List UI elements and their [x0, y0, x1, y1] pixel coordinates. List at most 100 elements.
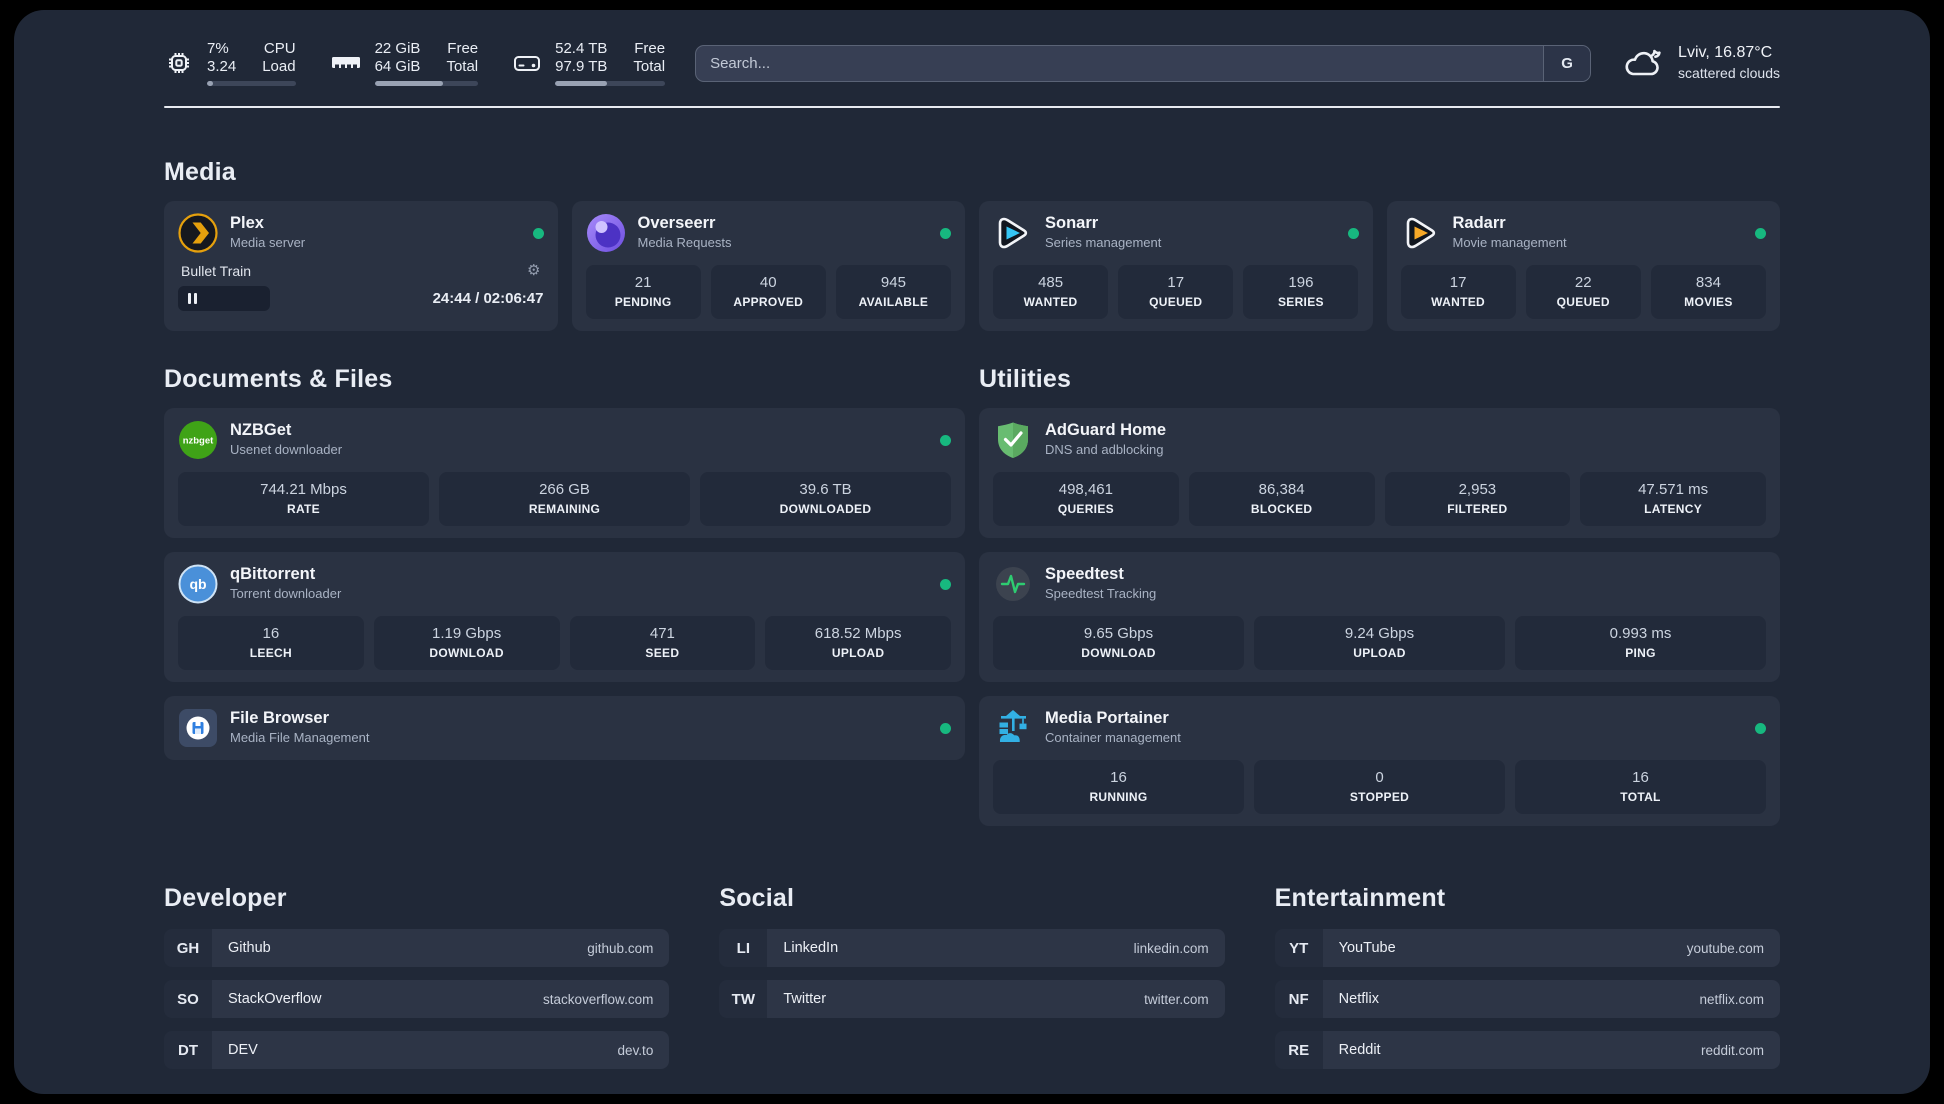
app-desc: Media File Management: [230, 730, 370, 745]
app-card-radarr[interactable]: Radarr Movie management 17 WANTED 22 QUE…: [1386, 201, 1780, 331]
stat-box: 0 STOPPED: [1254, 760, 1505, 814]
ram-stat-widget: 22 GiB 64 GiB Free Total: [330, 40, 479, 86]
bookmark-abbr: DT: [164, 1031, 212, 1069]
app-card-filebrowser[interactable]: File Browser Media File Management: [164, 696, 965, 760]
app-desc: DNS and adblocking: [1045, 442, 1164, 457]
search-engine-button[interactable]: G: [1543, 45, 1591, 81]
bookmark-abbr: RE: [1274, 1031, 1323, 1069]
disk-stat-widget: 52.4 TB 97.9 TB Free Total: [512, 40, 666, 86]
bookmark-linkedin[interactable]: LI LinkedIn linkedin.com: [719, 929, 1225, 967]
speedtest-icon: [993, 564, 1033, 604]
status-online-dot: [940, 227, 951, 239]
filebrowser-icon: [178, 708, 218, 748]
disk-total-value: 97.9 TB: [555, 58, 608, 75]
bookmark-twitter[interactable]: TW Twitter twitter.com: [719, 980, 1225, 1018]
stat-label: PENDING: [614, 295, 672, 309]
stat-box: 86,384 BLOCKED: [1188, 472, 1375, 526]
cpu-progress-fill: [207, 81, 214, 86]
stat-box: 21 PENDING: [585, 265, 701, 319]
stat-value: 21: [634, 274, 652, 291]
dashboard-panel: 7% 3.24 CPU Load 22 GiB 64 GiB Free Tota…: [14, 10, 1930, 1094]
cpu-usage-value: 7%: [207, 40, 229, 57]
stat-box: 17 QUEUED: [1118, 265, 1234, 319]
stat-box: 9.65 Gbps DOWNLOAD: [993, 616, 1244, 670]
player-settings-icon[interactable]: ⚙: [527, 263, 540, 278]
status-online-dot: [1755, 227, 1766, 239]
app-card-plex[interactable]: Plex Media server Bullet Train ⚙ 24:44 /…: [164, 201, 558, 331]
bookmark-youtube[interactable]: YT YouTube youtube.com: [1274, 929, 1780, 967]
app-card-sonarr[interactable]: Sonarr Series management 485 WANTED 17 Q…: [979, 201, 1373, 331]
stat-value: 744.21 Mbps: [260, 481, 347, 498]
stat-label: LATENCY: [1644, 502, 1703, 516]
bookmark-abbr: NF: [1274, 980, 1323, 1018]
section-documents: Documents & Files nzbget NZBGet Usenet d: [164, 365, 965, 826]
cpu-icon: [164, 48, 194, 78]
app-name: Plex: [230, 214, 264, 232]
bookmark-name: YouTube: [1338, 940, 1396, 956]
app-card-overseerr[interactable]: Overseerr Media Requests 21 PENDING 40 A…: [571, 201, 965, 331]
bookmark-url: linkedin.com: [1133, 940, 1209, 956]
bookmark-dev[interactable]: DT DEV dev.to: [164, 1031, 670, 1069]
app-desc: Movie management: [1452, 235, 1567, 250]
ram-progress-fill: [374, 81, 443, 86]
app-name: NZBGet: [230, 421, 292, 439]
header-divider: [164, 106, 1780, 108]
adguard-icon: [993, 420, 1033, 460]
app-name: Radarr: [1452, 214, 1506, 232]
stat-box: 498,461 QUERIES: [993, 472, 1179, 526]
status-online-dot: [940, 578, 951, 590]
pause-button[interactable]: [178, 286, 270, 311]
bookmark-netflix[interactable]: NF Netflix netflix.com: [1274, 980, 1780, 1018]
bookmark-abbr: GH: [164, 929, 212, 967]
weather-condition: scattered clouds: [1678, 65, 1780, 81]
stat-box: 16 LEECH: [178, 616, 364, 670]
app-desc: Media Requests: [637, 235, 732, 250]
stat-value: 17: [1167, 274, 1185, 291]
stat-label: SERIES: [1277, 295, 1324, 309]
status-online-dot: [1347, 227, 1359, 239]
stat-label: RUNNING: [1089, 790, 1148, 804]
stat-box: 2,953 FILTERED: [1384, 472, 1571, 526]
ram-total-label: Total: [446, 58, 479, 75]
stat-box: 22 QUEUED: [1525, 265, 1641, 319]
stat-label: BLOCKED: [1250, 502, 1313, 516]
cpu-load-value: 3.24: [207, 58, 237, 75]
bookmark-reddit[interactable]: RE Reddit reddit.com: [1274, 1031, 1780, 1069]
app-name: Overseerr: [637, 214, 716, 232]
system-stats: 7% 3.24 CPU Load 22 GiB 64 GiB Free Tota…: [164, 40, 666, 86]
app-card-portainer[interactable]: Media Portainer Container management 16 …: [979, 696, 1780, 826]
app-card-speedtest[interactable]: Speedtest Speedtest Tracking 9.65 Gbps D…: [979, 552, 1780, 682]
bookmark-stackoverflow[interactable]: SO StackOverflow stackoverflow.com: [164, 980, 670, 1018]
app-card-qbittorrent[interactable]: qb qBittorrent Torrent downloader 16 LEE…: [164, 552, 965, 682]
section-title-utilities: Utilities: [979, 365, 1072, 393]
stat-box: 0.993 ms PING: [1515, 616, 1766, 670]
disk-total-label: Total: [633, 58, 666, 75]
bookmark-url: stackoverflow.com: [543, 991, 654, 1007]
stat-label: DOWNLOAD: [1081, 646, 1156, 660]
bookmark-github[interactable]: GH Github github.com: [164, 929, 670, 967]
stat-value: 618.52 Mbps: [814, 625, 902, 642]
status-online-dot: [532, 227, 544, 239]
section-media: Media Plex Media server Bullet Train ⚙ 2…: [164, 158, 1780, 331]
stat-box: 618.52 Mbps UPLOAD: [765, 616, 951, 670]
stat-label: WANTED: [1023, 295, 1078, 309]
stat-label: STOPPED: [1349, 790, 1410, 804]
stat-value: 471: [649, 625, 675, 642]
stat-label: UPLOAD: [831, 646, 885, 660]
stat-value: 0.993 ms: [1609, 625, 1672, 642]
now-playing-title: Bullet Train: [181, 263, 252, 279]
stat-label: APPROVED: [733, 295, 804, 309]
stat-label: TOTAL: [1620, 790, 1661, 804]
stat-box: 834 MOVIES: [1650, 265, 1766, 319]
stat-label: FILTERED: [1447, 502, 1508, 516]
stat-value: 196: [1288, 274, 1314, 291]
stat-value: 16: [1632, 769, 1649, 786]
weather-location-temp: Lviv, 16.87°C: [1678, 44, 1773, 61]
app-card-adguard[interactable]: AdGuard Home DNS and adblocking 498,461 …: [979, 408, 1780, 538]
bookmark-name: LinkedIn: [783, 940, 839, 956]
bookmarks-social: Social LI LinkedIn linkedin.com TW Twitt…: [719, 884, 1225, 1069]
search-input[interactable]: [696, 54, 1544, 72]
stat-box: 16 RUNNING: [993, 760, 1244, 814]
app-card-nzbget[interactable]: nzbget NZBGet Usenet downloader 744.21 M…: [164, 408, 965, 538]
nzbget-icon: nzbget: [178, 420, 218, 460]
